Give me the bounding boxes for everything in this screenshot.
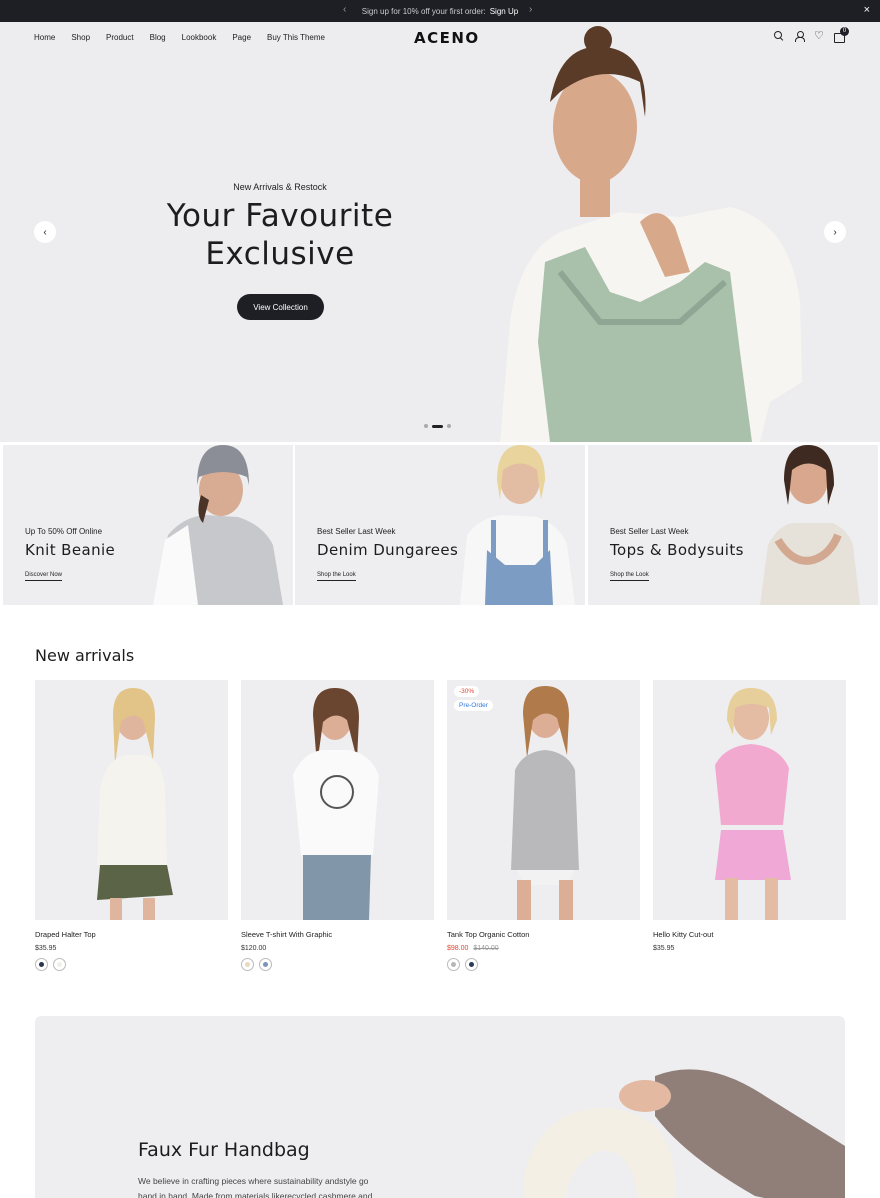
product-photo-tank-top: [511, 686, 579, 920]
cart-count-badge: 0: [840, 27, 849, 36]
nav-blog[interactable]: Blog: [150, 33, 166, 42]
view-collection-button[interactable]: View Collection: [237, 294, 324, 320]
promo-subtitle: Up To 50% Off Online: [25, 527, 103, 536]
hero-title: Your Favourite Exclusive: [0, 197, 560, 273]
announcement-signup-link[interactable]: Sign Up: [490, 7, 518, 16]
color-swatch[interactable]: [259, 958, 272, 971]
new-arrivals-heading: New arrivals: [35, 646, 135, 665]
color-swatch[interactable]: [35, 958, 48, 971]
promo-tops-image: [760, 445, 860, 605]
feature-title: Faux Fur Handbag: [138, 1139, 310, 1161]
color-swatch[interactable]: [53, 958, 66, 971]
product-photo-graphic-tshirt: [293, 688, 379, 920]
hero-dot-3[interactable]: [447, 424, 451, 428]
product-swatches: [241, 958, 434, 971]
product-swatches: [447, 958, 640, 971]
feature-handbag-image: [523, 1069, 845, 1198]
nav-product[interactable]: Product: [106, 33, 134, 42]
product-name[interactable]: Hello Kitty Cut-out: [653, 930, 846, 939]
promo-beanie-image: [153, 445, 283, 605]
hero-slider: Home Shop Product Blog Lookbook Page Buy…: [0, 22, 880, 442]
preorder-badge: Pre-Order: [454, 700, 493, 711]
site-logo[interactable]: ACENO: [414, 29, 480, 47]
product-sale-price: $98.00: [447, 945, 469, 952]
hero-pagination: [424, 424, 451, 428]
product-swatches: [35, 958, 228, 971]
hero-prev-button[interactable]: ‹: [34, 221, 56, 243]
promo-subtitle: Best Seller Last Week: [317, 527, 396, 536]
hero-dot-1[interactable]: [424, 424, 428, 428]
product-name[interactable]: Tank Top Organic Cotton: [447, 930, 640, 939]
product-image[interactable]: [35, 680, 228, 920]
hero-title-line1: Your Favourite: [166, 198, 394, 234]
product-image[interactable]: [653, 680, 846, 920]
product-price: $35.95: [653, 945, 675, 952]
announcement-bar: ‹ Sign up for 10% off your first order: …: [0, 0, 880, 22]
product-name[interactable]: Draped Halter Top: [35, 930, 228, 939]
shop-the-look-link[interactable]: Shop the Look: [317, 572, 356, 581]
feature-description: We believe in crafting pieces where sust…: [138, 1174, 398, 1198]
product-image[interactable]: -30% Pre-Order: [447, 680, 640, 920]
product-card: Hello Kitty Cut-out $35.95: [653, 680, 846, 952]
promo-title: Knit Beanie: [25, 541, 116, 559]
product-price: $120.00: [241, 945, 267, 952]
promo-card-knit-beanie[interactable]: Up To 50% Off Online Knit Beanie Discove…: [3, 445, 293, 605]
account-icon[interactable]: [794, 31, 805, 42]
promo-card-tops-bodysuits[interactable]: Best Seller Last Week Tops & Bodysuits S…: [588, 445, 878, 605]
announcement-prev-button[interactable]: ‹: [343, 4, 346, 15]
feature-description-line1: We believe in crafting pieces where sust…: [138, 1176, 369, 1186]
color-swatch[interactable]: [465, 958, 478, 971]
color-swatch[interactable]: [241, 958, 254, 971]
promo-subtitle: Best Seller Last Week: [610, 527, 689, 536]
hero-title-line2: Exclusive: [205, 236, 355, 272]
product-photo-halter-top: [97, 688, 173, 920]
header-actions: ♡ 0: [774, 27, 849, 43]
nav-shop[interactable]: Shop: [71, 33, 90, 42]
wishlist-icon[interactable]: ♡: [814, 31, 824, 42]
nav-buy-theme[interactable]: Buy This Theme: [267, 33, 325, 42]
shop-the-look-link[interactable]: Shop the Look: [610, 572, 649, 581]
promo-title: Denim Dungarees: [317, 541, 459, 559]
product-price: $35.95: [35, 945, 57, 952]
product-card: Draped Halter Top $35.95: [35, 680, 228, 971]
promo-dungarees-image: [460, 445, 575, 605]
hero-next-button[interactable]: ›: [824, 221, 846, 243]
product-name[interactable]: Sleeve T-shirt With Graphic: [241, 930, 434, 939]
product-photo-hello-kitty: [715, 688, 791, 920]
promo-card-denim-dungarees[interactable]: Best Seller Last Week Denim Dungarees Sh…: [295, 445, 585, 605]
announcement-close-button[interactable]: ×: [864, 4, 870, 16]
product-card: -30% Pre-Order Tank Top Organic Cotton $…: [447, 680, 640, 971]
promo-title: Tops & Bodysuits: [610, 541, 744, 559]
nav-home[interactable]: Home: [34, 33, 55, 42]
main-nav: Home Shop Product Blog Lookbook Page Buy…: [34, 33, 341, 42]
hero-subtitle: New Arrivals & Restock: [233, 182, 327, 192]
search-icon[interactable]: [774, 31, 784, 41]
product-image[interactable]: [241, 680, 434, 920]
feature-description-line2: hand in hand. Made from materials likere…: [138, 1191, 373, 1198]
nav-lookbook[interactable]: Lookbook: [182, 33, 217, 42]
announcement-text: Sign up for 10% off your first order:: [361, 6, 486, 16]
announcement-next-button[interactable]: ›: [529, 4, 532, 15]
product-card: Sleeve T-shirt With Graphic $120.00: [241, 680, 434, 971]
nav-page[interactable]: Page: [232, 33, 251, 42]
cart-icon[interactable]: 0: [834, 27, 849, 43]
product-price: $98.00 $140.00: [447, 945, 640, 952]
hero-dot-2[interactable]: [432, 424, 443, 428]
feature-banner: Faux Fur Handbag We believe in crafting …: [35, 1016, 845, 1198]
product-old-price: $140.00: [473, 945, 499, 952]
sale-badge: -30%: [454, 686, 480, 697]
color-swatch[interactable]: [447, 958, 460, 971]
discover-now-link[interactable]: Discover Now: [25, 572, 63, 581]
